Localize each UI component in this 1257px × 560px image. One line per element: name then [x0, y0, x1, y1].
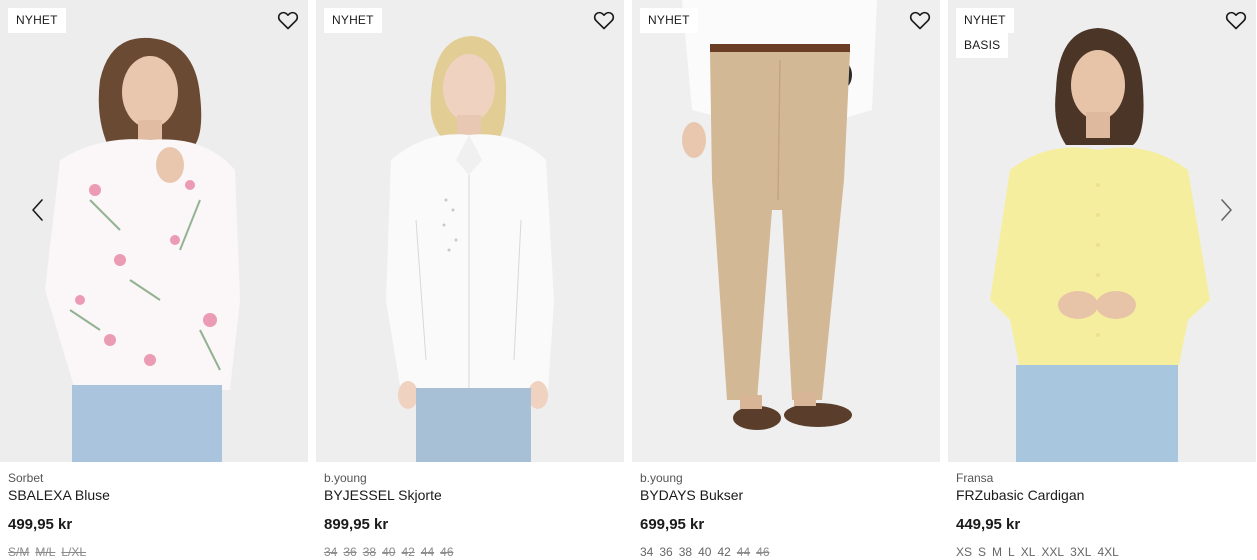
size-option[interactable]: S — [978, 545, 986, 559]
product-price: 449,95 kr — [956, 516, 1021, 533]
heart-outline-icon[interactable] — [908, 8, 932, 32]
size-option: 44 — [420, 545, 435, 559]
product-price: 899,95 kr — [324, 516, 389, 533]
product-card[interactable]: NYHET BASIS Fransa FRZubasic Cardigan 44… — [948, 0, 1256, 560]
size-option: 36 — [343, 545, 357, 559]
chevron-right-icon[interactable] — [1214, 196, 1238, 224]
size-option: S/M — [8, 545, 30, 559]
size-option: 44 — [736, 545, 751, 559]
product-card[interactable]: NYHET b.young BYJESSEL Skjorte 899,95 kr… — [316, 0, 624, 560]
chevron-left-icon[interactable] — [26, 196, 50, 224]
size-option[interactable]: XL — [1021, 545, 1036, 559]
badge-group: NYHET BASIS — [956, 8, 1014, 58]
product-image[interactable] — [0, 0, 308, 462]
product-price: 699,95 kr — [640, 516, 705, 533]
product-image[interactable] — [632, 0, 940, 462]
size-option: 42 — [401, 545, 415, 559]
size-option: 46 — [440, 545, 454, 559]
size-list: 34 36 38 40 42 44 46 — [324, 545, 460, 559]
size-option: 46 — [756, 545, 770, 559]
size-list: XS S M L XL XXL 3XL 4XL — [956, 545, 1125, 559]
size-list: S/M M/L L/XL — [8, 545, 92, 559]
size-option[interactable]: 4XL — [1097, 545, 1118, 559]
size-option: 34 — [324, 545, 338, 559]
new-badge: NYHET — [324, 8, 382, 33]
product-image[interactable] — [948, 0, 1256, 462]
heart-outline-icon[interactable] — [1224, 8, 1248, 32]
product-brand: Fransa — [956, 471, 994, 485]
new-badge: NYHET — [8, 8, 66, 33]
badge-group: NYHET — [640, 8, 698, 33]
product-card[interactable]: NYHET b.young BYDAYS Bukser 699,95 kr 34… — [632, 0, 940, 560]
size-option[interactable]: 42 — [717, 545, 730, 559]
heart-outline-icon[interactable] — [276, 8, 300, 32]
product-brand: b.young — [324, 471, 367, 485]
size-option[interactable]: XS — [956, 545, 972, 559]
size-list: 34 36 38 40 42 44 46 — [640, 545, 776, 559]
product-price: 499,95 kr — [8, 516, 73, 533]
size-option[interactable]: 40 — [698, 545, 711, 559]
product-carousel: NYHET Sorbet SBALEXA Bluse 499,95 kr S/M… — [0, 0, 1257, 560]
product-brand: Sorbet — [8, 471, 44, 485]
badge-group: NYHET — [324, 8, 382, 33]
size-option[interactable]: 36 — [659, 545, 672, 559]
size-option[interactable]: 34 — [640, 545, 653, 559]
product-name[interactable]: BYDAYS Bukser — [640, 487, 743, 503]
size-option[interactable]: 3XL — [1070, 545, 1091, 559]
size-option[interactable]: M — [992, 545, 1002, 559]
size-option: 40 — [382, 545, 396, 559]
product-card[interactable]: NYHET Sorbet SBALEXA Bluse 499,95 kr S/M… — [0, 0, 308, 560]
size-option: M/L — [35, 545, 56, 559]
heart-outline-icon[interactable] — [592, 8, 616, 32]
basic-badge: BASIS — [956, 33, 1009, 58]
product-brand: b.young — [640, 471, 683, 485]
size-option: 38 — [362, 545, 377, 559]
product-name[interactable]: BYJESSEL Skjorte — [324, 487, 442, 503]
new-badge: NYHET — [640, 8, 698, 33]
size-option[interactable]: 38 — [679, 545, 692, 559]
size-option: L/XL — [61, 545, 87, 559]
badge-group: NYHET — [8, 8, 66, 33]
product-name[interactable]: SBALEXA Bluse — [8, 487, 110, 503]
size-option[interactable]: XXL — [1041, 545, 1064, 559]
product-image[interactable] — [316, 0, 624, 462]
new-badge: NYHET — [956, 8, 1014, 33]
size-option[interactable]: L — [1008, 545, 1015, 559]
product-name[interactable]: FRZubasic Cardigan — [956, 487, 1084, 503]
